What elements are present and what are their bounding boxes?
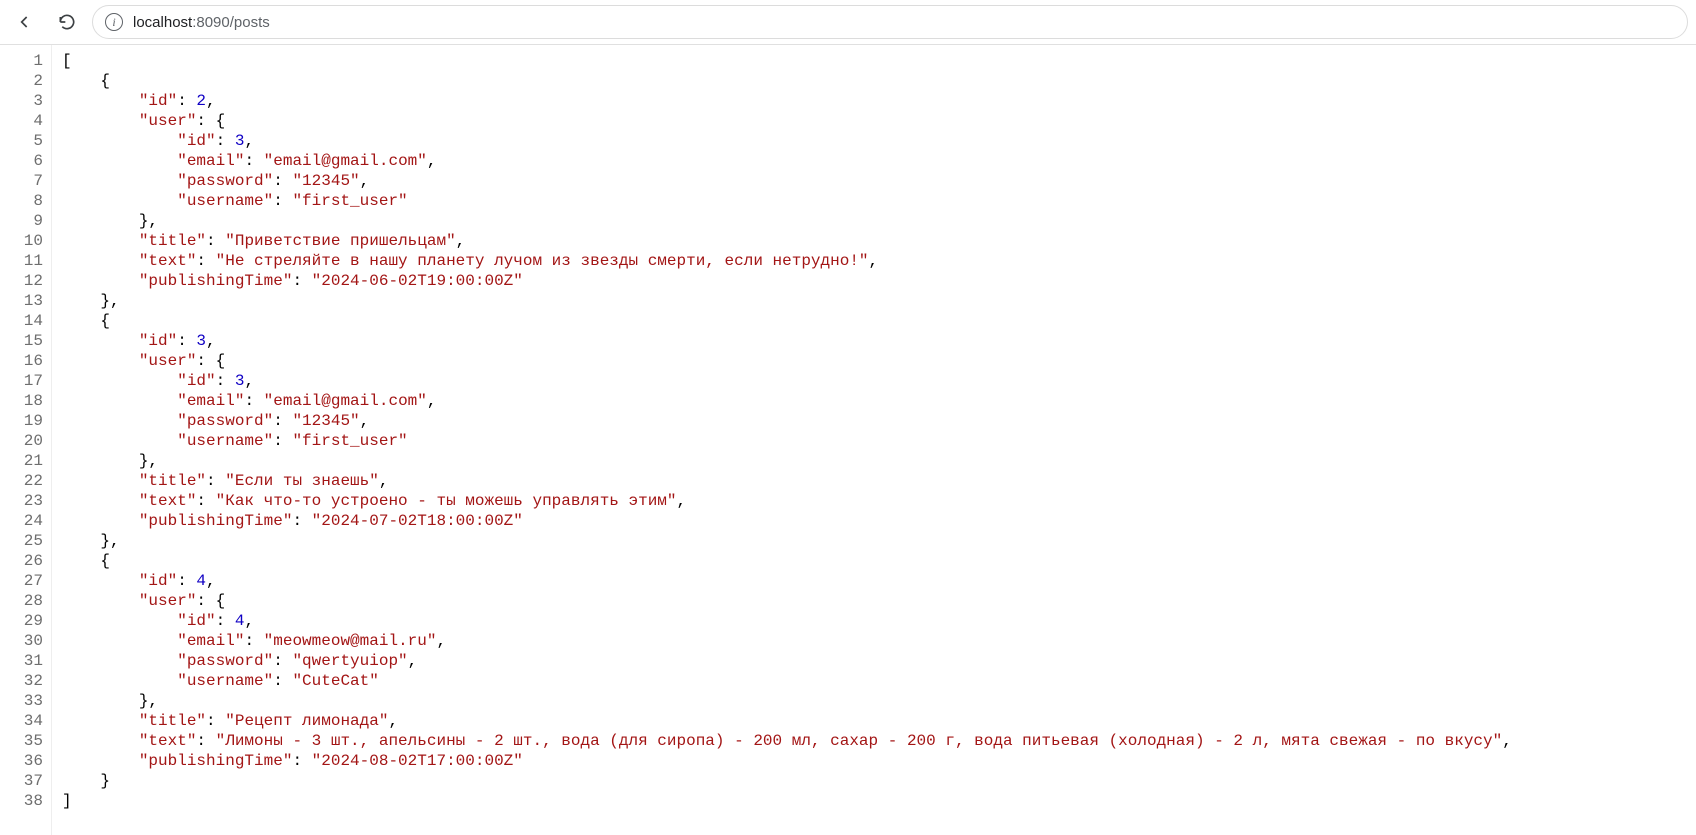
address-bar[interactable]: i localhost:8090/posts xyxy=(92,5,1688,39)
line-number: 1 xyxy=(0,51,43,71)
json-viewer: 1234567891011121314151617181920212223242… xyxy=(0,44,1696,835)
code-line: "title": "Рецепт лимонада", xyxy=(62,711,1696,731)
code-line: "id": 3, xyxy=(62,331,1696,351)
line-number: 31 xyxy=(0,651,43,671)
browser-toolbar: i localhost:8090/posts xyxy=(0,0,1696,44)
line-number: 36 xyxy=(0,751,43,771)
line-number: 26 xyxy=(0,551,43,571)
line-number: 18 xyxy=(0,391,43,411)
line-number: 33 xyxy=(0,691,43,711)
code-line: { xyxy=(62,311,1696,331)
line-number: 20 xyxy=(0,431,43,451)
line-number: 22 xyxy=(0,471,43,491)
code-line: "id": 3, xyxy=(62,131,1696,151)
code-line: "username": "CuteCat" xyxy=(62,671,1696,691)
reload-button[interactable] xyxy=(50,5,84,39)
line-number: 23 xyxy=(0,491,43,511)
code-line: }, xyxy=(62,291,1696,311)
code-line: "password": "qwertyuiop", xyxy=(62,651,1696,671)
code-line: "publishingTime": "2024-06-02T19:00:00Z" xyxy=(62,271,1696,291)
code-line: [ xyxy=(62,51,1696,71)
line-number: 4 xyxy=(0,111,43,131)
line-number: 27 xyxy=(0,571,43,591)
code-line: ] xyxy=(62,791,1696,811)
url-text: localhost:8090/posts xyxy=(133,14,270,31)
line-number: 16 xyxy=(0,351,43,371)
code-line: "user": { xyxy=(62,111,1696,131)
code-line: "text": "Не стреляйте в нашу планету луч… xyxy=(62,251,1696,271)
code-line: }, xyxy=(62,691,1696,711)
line-number: 2 xyxy=(0,71,43,91)
code-line: }, xyxy=(62,451,1696,471)
line-number: 7 xyxy=(0,171,43,191)
line-number: 8 xyxy=(0,191,43,211)
line-number: 17 xyxy=(0,371,43,391)
line-number: 29 xyxy=(0,611,43,631)
arrow-left-icon xyxy=(15,12,35,32)
url-host: localhost xyxy=(133,14,192,31)
url-path: /posts xyxy=(230,14,270,31)
code-line: "email": "email@gmail.com", xyxy=(62,391,1696,411)
line-number: 32 xyxy=(0,671,43,691)
line-number: 19 xyxy=(0,411,43,431)
json-content[interactable]: [ { "id": 2, "user": { "id": 3, "email":… xyxy=(52,45,1696,835)
line-number: 28 xyxy=(0,591,43,611)
line-number: 3 xyxy=(0,91,43,111)
code-line: "password": "12345", xyxy=(62,411,1696,431)
code-line: "publishingTime": "2024-08-02T17:00:00Z" xyxy=(62,751,1696,771)
line-number: 14 xyxy=(0,311,43,331)
code-line: } xyxy=(62,771,1696,791)
line-number: 6 xyxy=(0,151,43,171)
code-line: "title": "Приветствие пришельцам", xyxy=(62,231,1696,251)
line-number: 35 xyxy=(0,731,43,751)
reload-icon xyxy=(57,12,77,32)
code-line: "password": "12345", xyxy=(62,171,1696,191)
line-number: 11 xyxy=(0,251,43,271)
code-line: "id": 3, xyxy=(62,371,1696,391)
line-number: 34 xyxy=(0,711,43,731)
code-line: "user": { xyxy=(62,591,1696,611)
code-line: "text": "Лимоны - 3 шт., апельсины - 2 ш… xyxy=(62,731,1696,751)
code-line: }, xyxy=(62,531,1696,551)
line-number: 10 xyxy=(0,231,43,251)
line-number: 37 xyxy=(0,771,43,791)
line-number: 21 xyxy=(0,451,43,471)
line-number: 24 xyxy=(0,511,43,531)
line-number: 13 xyxy=(0,291,43,311)
line-number: 30 xyxy=(0,631,43,651)
line-number: 15 xyxy=(0,331,43,351)
code-line: "id": 4, xyxy=(62,611,1696,631)
line-number: 25 xyxy=(0,531,43,551)
line-number: 9 xyxy=(0,211,43,231)
code-line: "email": "email@gmail.com", xyxy=(62,151,1696,171)
line-number: 38 xyxy=(0,791,43,811)
code-line: "title": "Если ты знаешь", xyxy=(62,471,1696,491)
code-line: "id": 4, xyxy=(62,571,1696,591)
code-line: "text": "Как что-то устроено - ты можешь… xyxy=(62,491,1696,511)
back-button[interactable] xyxy=(8,5,42,39)
code-line: { xyxy=(62,71,1696,91)
code-line: "user": { xyxy=(62,351,1696,371)
code-line: }, xyxy=(62,211,1696,231)
code-line: "id": 2, xyxy=(62,91,1696,111)
code-line: "publishingTime": "2024-07-02T18:00:00Z" xyxy=(62,511,1696,531)
code-line: "email": "meowmeow@mail.ru", xyxy=(62,631,1696,651)
line-number-gutter: 1234567891011121314151617181920212223242… xyxy=(0,45,52,835)
code-line: "username": "first_user" xyxy=(62,191,1696,211)
site-info-icon[interactable]: i xyxy=(105,13,123,31)
line-number: 5 xyxy=(0,131,43,151)
code-line: { xyxy=(62,551,1696,571)
code-line: "username": "first_user" xyxy=(62,431,1696,451)
url-port: :8090 xyxy=(192,14,230,31)
line-number: 12 xyxy=(0,271,43,291)
